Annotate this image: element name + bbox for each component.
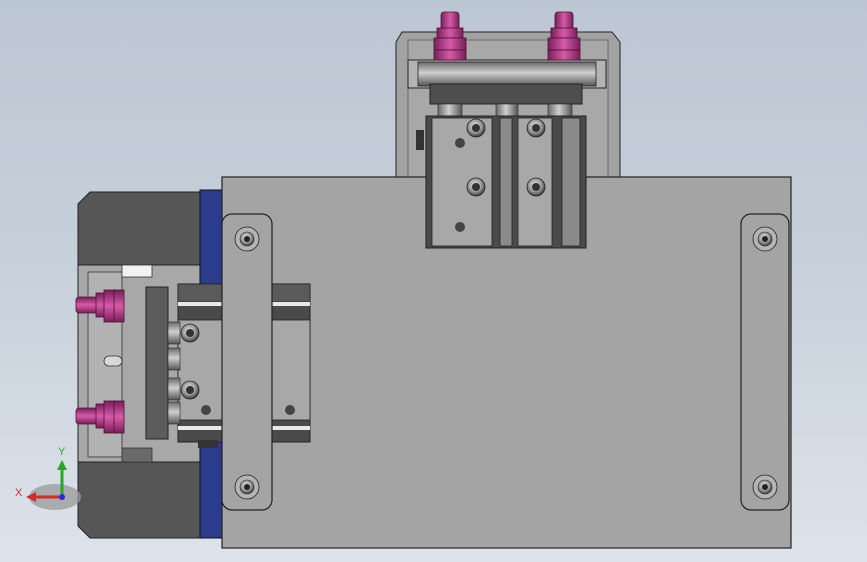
triad-y-arrowhead bbox=[57, 460, 67, 470]
coordinate-triad[interactable]: X Y bbox=[15, 446, 81, 510]
triad-origin-z bbox=[59, 494, 65, 500]
cad-assembly-drawing: X Y bbox=[15, 11, 792, 549]
top-cylinder bbox=[425, 115, 587, 249]
top-right-fitting bbox=[547, 11, 581, 61]
left-vertical-bar bbox=[221, 213, 273, 511]
triad-y-label: Y bbox=[58, 446, 66, 458]
cad-viewport[interactable]: X Y bbox=[0, 0, 867, 562]
right-vertical-bar bbox=[740, 213, 790, 511]
triad-x-label: X bbox=[15, 487, 23, 499]
top-left-fitting bbox=[433, 11, 467, 61]
